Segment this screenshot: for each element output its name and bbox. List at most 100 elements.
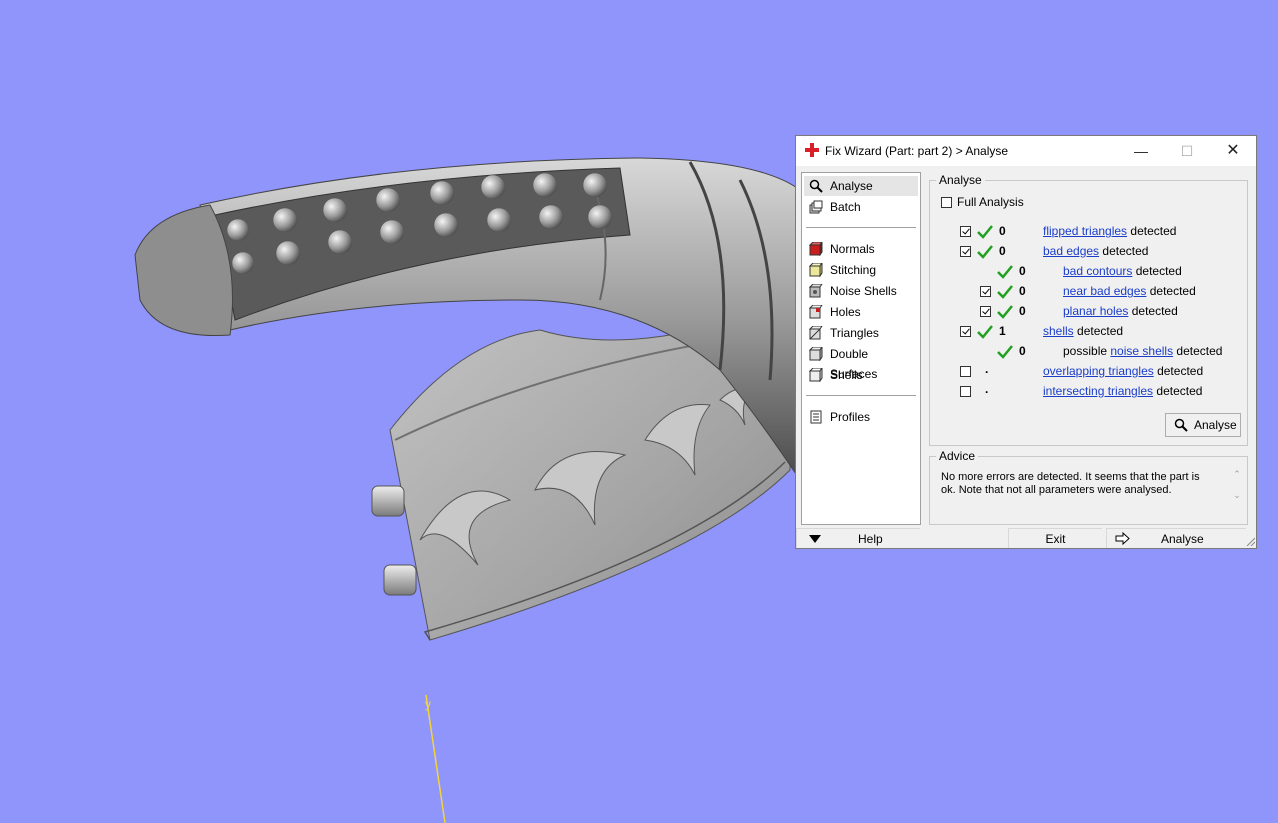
bad-edges-link[interactable]: bad edges	[1043, 244, 1099, 258]
near-bad-edges-count: 0	[1019, 284, 1026, 298]
bottom-bar: Help Exit Analyse	[796, 528, 1256, 548]
overlapping-triangles-checkbox[interactable]	[960, 366, 971, 377]
nav-item-normals[interactable]: Normals	[804, 239, 918, 259]
nav-divider	[806, 395, 916, 396]
advice-scrollbar[interactable]: ⌃ ⌄	[1231, 469, 1243, 517]
green-check-icon	[977, 325, 993, 339]
fix-wizard-dialog: Fix Wizard (Part: part 2) > Analyse — ☐ …	[795, 135, 1257, 549]
ring-model	[134, 157, 801, 641]
full-analysis-label: Full Analysis	[957, 195, 1024, 209]
overlapping-triangles-row: overlapping triangles detected	[1043, 364, 1204, 378]
red-cross-icon	[805, 143, 819, 157]
bad-edges-row: bad edges detected	[1043, 244, 1149, 258]
analyse-group: Analyse Full Analysis 0 flipped triangle…	[929, 173, 1248, 446]
nav-label: Analyse	[830, 179, 873, 193]
nav-item-holes[interactable]: Holes	[804, 302, 918, 322]
dropdown-arrow-icon	[809, 535, 821, 543]
green-check-icon	[977, 245, 993, 259]
nav-item-profiles[interactable]: Profiles	[804, 407, 918, 427]
holes-cube-icon	[809, 305, 823, 319]
overlapping-triangles-count: .	[985, 362, 989, 376]
profiles-icon	[810, 410, 822, 424]
nav-label: Batch	[830, 200, 861, 214]
wizard-nav-panel: Analyse Batch Normals Stitching Noise Sh…	[801, 172, 921, 525]
maximize-button[interactable]: ☐	[1164, 136, 1210, 166]
exit-button[interactable]: Exit	[1008, 528, 1102, 548]
shells-link[interactable]: shells	[1043, 324, 1074, 338]
intersecting-triangles-checkbox[interactable]	[960, 386, 971, 397]
flipped-triangles-count: 0	[999, 224, 1006, 238]
bad-edges-checkbox[interactable]	[960, 246, 971, 257]
planar-holes-count: 0	[1019, 304, 1026, 318]
right-arrow-icon	[1115, 532, 1130, 545]
advice-group: Advice No more errors are detected. It s…	[929, 449, 1248, 525]
noise-shells-link[interactable]: noise shells	[1110, 344, 1173, 358]
noise-shells-count: 0	[1019, 344, 1026, 358]
nav-item-stitching[interactable]: Stitching	[804, 260, 918, 280]
help-button[interactable]: Help	[796, 528, 920, 548]
intersecting-triangles-count: .	[985, 382, 989, 396]
nav-item-analyse[interactable]: Analyse	[804, 176, 918, 196]
nav-item-batch[interactable]: Batch	[804, 197, 918, 217]
nav-divider	[806, 227, 916, 228]
planar-holes-row: planar holes detected	[1063, 304, 1178, 318]
magnifier-icon	[809, 179, 823, 193]
minimize-button[interactable]: —	[1118, 136, 1164, 166]
nav-label: Noise Shells	[830, 284, 897, 298]
y-axis-indicator: y	[425, 694, 446, 823]
double-surfaces-icon	[809, 347, 823, 361]
nav-label: Shells	[830, 368, 863, 382]
bad-contours-count: 0	[1019, 264, 1026, 278]
nav-label: Normals	[830, 242, 875, 256]
flipped-triangles-checkbox[interactable]	[960, 226, 971, 237]
noise-shells-icon	[809, 284, 823, 298]
nav-label: Stitching	[830, 263, 877, 277]
nav-label: Holes	[830, 305, 861, 319]
green-check-icon	[997, 345, 1013, 359]
window-title: Fix Wizard (Part: part 2) > Analyse	[825, 144, 1009, 158]
nav-item-triangles[interactable]: Triangles	[804, 323, 918, 343]
next-analyse-button[interactable]: Analyse	[1106, 528, 1246, 548]
shells-cube-icon	[809, 368, 823, 382]
full-analysis-checkbox[interactable]	[941, 197, 952, 208]
shells-checkbox[interactable]	[960, 326, 971, 337]
nav-item-noise-shells[interactable]: Noise Shells	[804, 281, 918, 301]
near-bad-edges-row: near bad edges detected	[1063, 284, 1196, 298]
advice-group-title: Advice	[936, 449, 979, 463]
shells-row: shells detected	[1043, 324, 1124, 338]
bad-contours-row: bad contours detected	[1063, 264, 1182, 278]
green-check-icon	[977, 225, 993, 239]
green-check-icon	[997, 265, 1013, 279]
overlapping-triangles-link[interactable]: overlapping triangles	[1043, 364, 1154, 378]
green-check-icon	[997, 285, 1013, 299]
planar-holes-link[interactable]: planar holes	[1063, 304, 1128, 318]
nav-item-shells[interactable]: Shells	[804, 365, 918, 385]
advice-text: No more errors are detected. It seems th…	[941, 471, 1200, 496]
noise-shells-row: possible noise shells detected	[1063, 344, 1223, 358]
title-bar[interactable]: Fix Wizard (Part: part 2) > Analyse — ☐ …	[796, 136, 1256, 166]
planar-holes-checkbox[interactable]	[980, 306, 991, 317]
stitching-cube-icon	[809, 263, 823, 277]
nav-label: Profiles	[830, 410, 871, 424]
intersecting-triangles-row: intersecting triangles detected	[1043, 384, 1203, 398]
nav-label: Triangles	[830, 326, 879, 340]
triangles-cube-icon	[809, 326, 823, 340]
normals-cube-icon	[809, 242, 823, 256]
analyse-group-title: Analyse	[936, 173, 985, 187]
bad-contours-link[interactable]: bad contours	[1063, 264, 1132, 278]
analyse-run-button[interactable]: Analyse	[1165, 413, 1241, 437]
resize-grip-icon[interactable]	[1245, 536, 1255, 546]
intersecting-triangles-link[interactable]: intersecting triangles	[1043, 384, 1153, 398]
near-bad-edges-checkbox[interactable]	[980, 286, 991, 297]
green-check-icon	[997, 305, 1013, 319]
batch-icon	[809, 200, 823, 214]
close-button[interactable]: ✕	[1210, 136, 1256, 166]
flipped-triangles-row: flipped triangles detected	[1043, 224, 1177, 238]
magnifier-icon	[1174, 418, 1188, 432]
y-axis-label: y	[425, 697, 431, 711]
shells-count: 1	[999, 324, 1006, 338]
flipped-triangles-link[interactable]: flipped triangles	[1043, 224, 1127, 238]
near-bad-edges-link[interactable]: near bad edges	[1063, 284, 1146, 298]
nav-item-double-surfaces[interactable]: Double Surfaces	[804, 344, 918, 381]
bad-edges-count: 0	[999, 244, 1006, 258]
